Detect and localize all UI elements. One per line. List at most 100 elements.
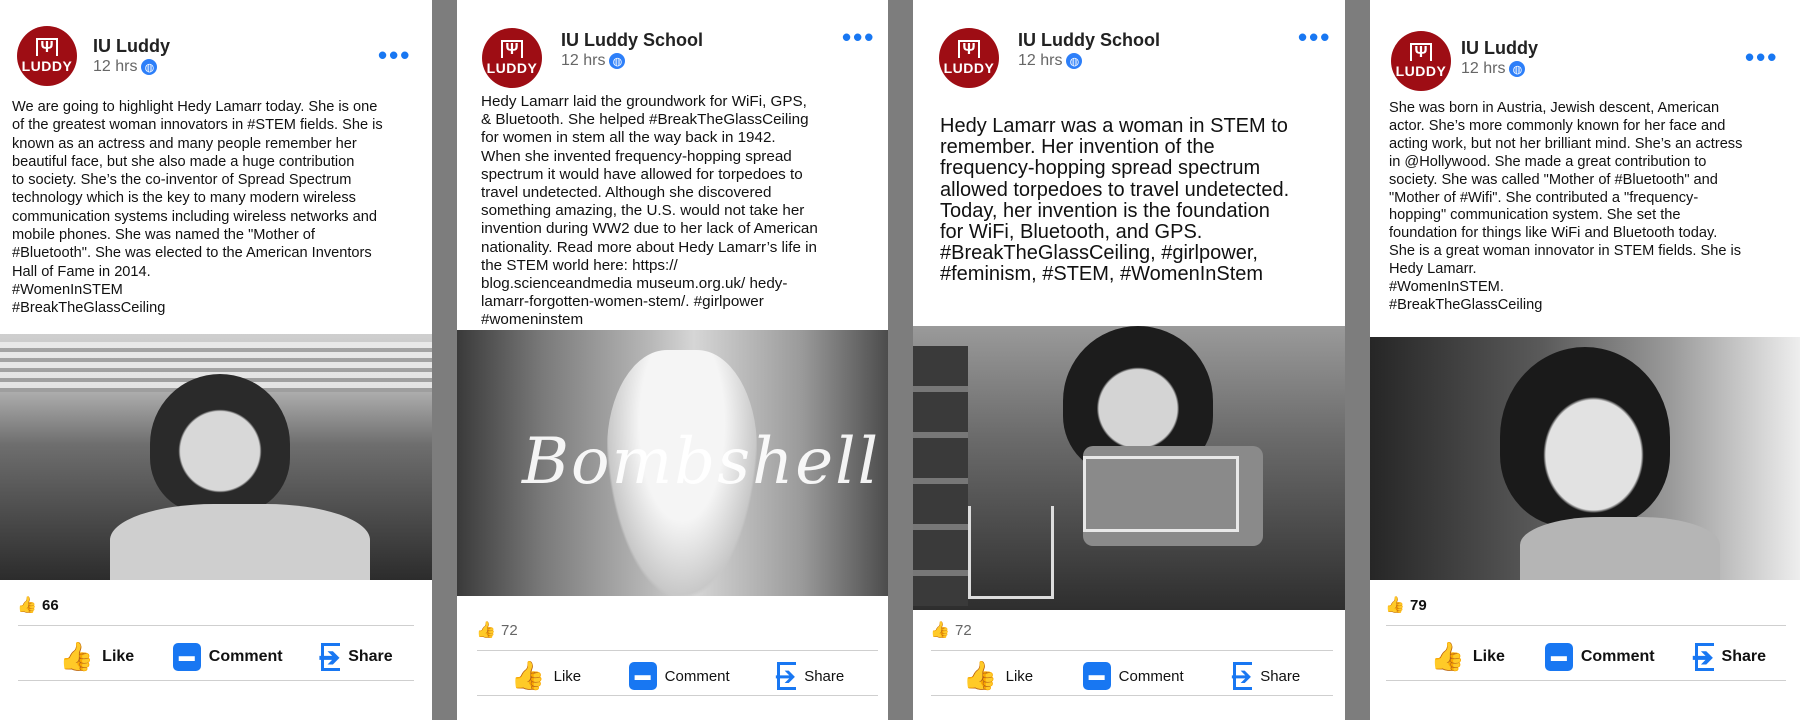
like-reaction-icon: 👍 — [17, 597, 37, 614]
globe-icon: ◍ — [1509, 61, 1526, 77]
divider — [477, 695, 878, 696]
action-bar: 👍 Like ▬ Comment ➔ Share — [487, 656, 868, 696]
divider — [1386, 625, 1786, 626]
post-time[interactable]: 12 hrs — [561, 52, 605, 70]
post-photo[interactable]: Bombshell — [457, 330, 888, 596]
thumbs-up-icon: 👍 — [59, 641, 95, 672]
post-photo[interactable] — [1370, 337, 1800, 580]
comment-icon: ▬ — [172, 643, 201, 671]
avatar[interactable]: Ψ LUDDY — [939, 28, 999, 88]
post-photo[interactable] — [913, 326, 1345, 610]
share-label: Share — [804, 667, 845, 685]
like-count: 66 — [42, 596, 59, 614]
thumbs-up-icon: 👍 — [962, 660, 998, 691]
like-button[interactable]: 👍 Like — [1430, 643, 1505, 671]
more-options-icon[interactable]: ••• — [1745, 44, 1778, 70]
action-bar: 👍 Like ▬ Comment ➔ Share — [40, 637, 412, 677]
iu-trident-icon: Ψ — [1409, 43, 1433, 61]
logo-text: LUDDY — [486, 60, 538, 76]
page-name[interactable]: IU Luddy — [1461, 38, 1538, 59]
divider — [1386, 680, 1786, 681]
like-reaction-icon: 👍 — [1385, 597, 1405, 614]
action-bar: 👍 Like ▬ Comment ➔ Share — [1410, 637, 1786, 677]
like-count: 79 — [1410, 596, 1427, 614]
more-options-icon[interactable]: ••• — [842, 24, 875, 50]
share-button[interactable]: ➔ Share — [774, 660, 845, 691]
divider — [477, 650, 878, 651]
portrait-figure — [150, 374, 290, 514]
comment-button[interactable]: ▬ Comment — [628, 662, 730, 690]
share-label: Share — [1260, 667, 1301, 685]
globe-icon: ◍ — [141, 59, 158, 75]
reactions-summary[interactable]: 👍 72 — [930, 621, 972, 640]
more-options-icon[interactable]: ••• — [378, 42, 411, 68]
comment-label: Comment — [1118, 667, 1184, 685]
like-label: Like — [102, 648, 135, 665]
post-text: Hedy Lamarr was a woman in STEM to remem… — [940, 115, 1290, 286]
share-button[interactable]: ➔ Share — [1691, 641, 1767, 672]
page-name[interactable]: IU Luddy School — [1018, 30, 1160, 51]
action-bar: 👍 Like ▬ Comment ➔ Share — [938, 656, 1325, 696]
share-icon: ➔ — [774, 660, 797, 691]
post-card-4: Ψ LUDDY IU Luddy 12 hrs ◍ ••• She was bo… — [1370, 0, 1800, 720]
like-button[interactable]: 👍 Like — [963, 662, 1033, 690]
reactions-summary[interactable]: 👍 66 — [17, 596, 59, 615]
post-time[interactable]: 12 hrs — [93, 58, 137, 76]
post-photo[interactable] — [0, 334, 432, 580]
logo-text: LUDDY — [943, 60, 995, 76]
post-time[interactable]: 12 hrs — [1461, 60, 1505, 78]
avatar[interactable]: Ψ LUDDY — [482, 28, 542, 88]
reactions-summary[interactable]: 👍 72 — [476, 621, 518, 640]
reactions-summary[interactable]: 👍 79 — [1385, 596, 1427, 615]
logo-text: LUDDY — [1395, 63, 1447, 79]
avatar[interactable]: Ψ LUDDY — [17, 26, 77, 86]
like-reaction-icon: 👍 — [476, 622, 496, 639]
comment-label: Comment — [208, 648, 283, 665]
more-options-icon[interactable]: ••• — [1298, 24, 1331, 50]
page-name[interactable]: IU Luddy — [93, 36, 170, 57]
like-count: 72 — [501, 621, 518, 639]
comment-label: Comment — [1580, 648, 1655, 665]
like-count: 72 — [955, 621, 972, 639]
share-button[interactable]: ➔ Share — [318, 641, 393, 672]
divider — [931, 650, 1333, 651]
comment-button[interactable]: ▬ Comment — [172, 643, 283, 671]
share-label: Share — [1721, 648, 1767, 665]
post-text: She was born in Austria, Jewish descent,… — [1389, 100, 1743, 313]
comment-icon: ▬ — [628, 662, 657, 690]
like-label: Like — [553, 667, 582, 685]
like-button[interactable]: 👍 Like — [511, 662, 581, 690]
divider — [931, 695, 1333, 696]
globe-icon: ◍ — [609, 53, 626, 69]
share-label: Share — [348, 648, 393, 665]
globe-icon: ◍ — [1066, 53, 1083, 69]
iu-trident-icon: Ψ — [957, 40, 981, 58]
post-text: We are going to highlight Hedy Lamarr to… — [12, 99, 383, 317]
thumbs-up-icon: 👍 — [510, 660, 546, 691]
iu-trident-icon: Ψ — [500, 40, 524, 58]
comment-button[interactable]: ▬ Comment — [1544, 643, 1655, 671]
like-reaction-icon: 👍 — [930, 622, 950, 639]
share-icon: ➔ — [1230, 660, 1253, 691]
comment-icon: ▬ — [1082, 662, 1111, 690]
comment-icon: ▬ — [1544, 643, 1573, 671]
post-meta: 12 hrs ◍ — [1461, 60, 1526, 78]
avatar[interactable]: Ψ LUDDY — [1391, 31, 1451, 91]
like-label: Like — [1472, 648, 1505, 665]
post-meta: 12 hrs ◍ — [1018, 52, 1083, 70]
post-time[interactable]: 12 hrs — [1018, 52, 1062, 70]
like-button[interactable]: 👍 Like — [59, 643, 134, 671]
page-name[interactable]: IU Luddy School — [561, 30, 703, 51]
post-meta: 12 hrs ◍ — [561, 52, 626, 70]
post-card-2: Ψ LUDDY IU Luddy School 12 hrs ◍ ••• Hed… — [457, 0, 888, 720]
iu-trident-icon: Ψ — [35, 38, 59, 56]
thumbs-up-icon: 👍 — [1429, 641, 1465, 672]
comment-label: Comment — [664, 667, 730, 685]
comment-button[interactable]: ▬ Comment — [1082, 662, 1184, 690]
share-icon: ➔ — [1691, 641, 1714, 672]
photo-caption: Bombshell — [522, 425, 881, 499]
share-button[interactable]: ➔ Share — [1230, 660, 1301, 691]
share-icon: ➔ — [318, 641, 341, 672]
divider — [18, 625, 414, 626]
portrait-figure — [1500, 347, 1670, 527]
